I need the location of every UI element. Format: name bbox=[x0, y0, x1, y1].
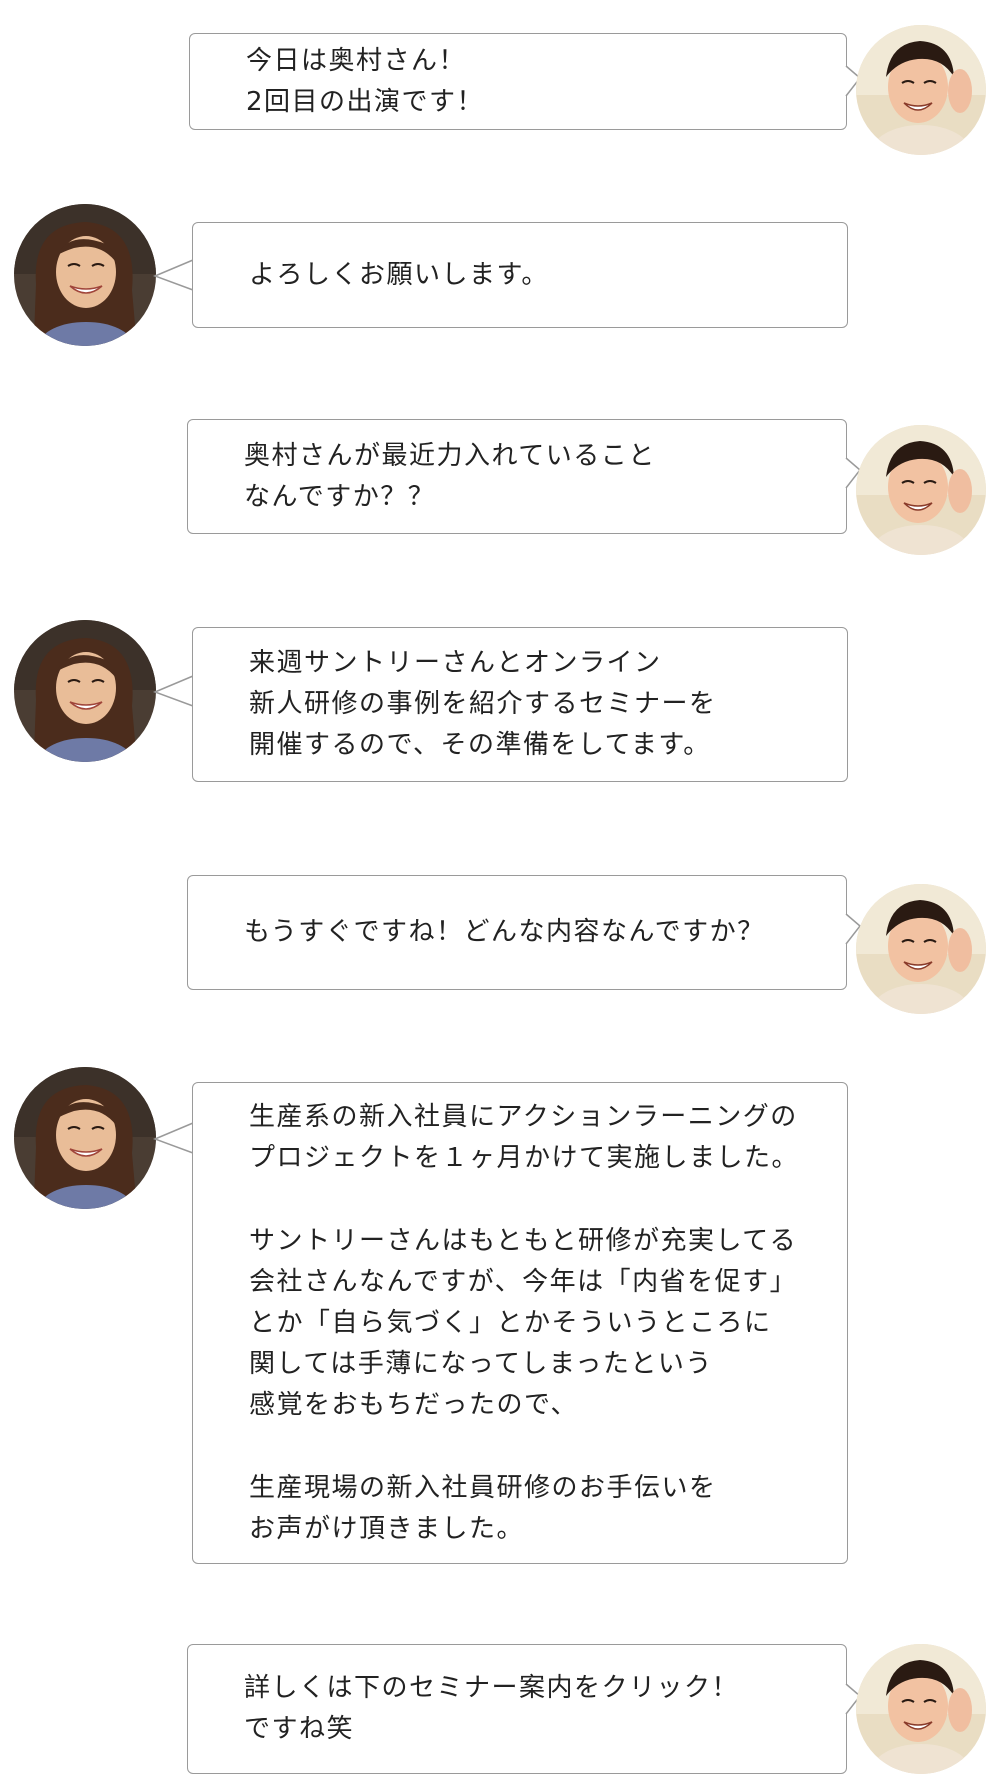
avatar-okumura bbox=[14, 620, 156, 762]
avatar-interviewer bbox=[856, 1644, 986, 1774]
message-text-line: 奥村さんが最近力入れていること bbox=[244, 440, 656, 471]
message-text-line: 関しては手薄になってしまったという bbox=[249, 1348, 713, 1379]
message-bubble-interviewer: 今日は奥村さん！ 2回目の出演です！ bbox=[189, 33, 847, 130]
message-text-line: 来週サントリーさんとオンライン bbox=[249, 648, 662, 678]
bubble-tail bbox=[152, 1122, 194, 1154]
avatar-interviewer bbox=[856, 884, 986, 1014]
message-text-line: 会社さんなんですが、今年は「内省を促す」 bbox=[249, 1266, 798, 1297]
message-text-line: 2回目の出演です！ bbox=[246, 86, 485, 117]
message-bubble-okumura: よろしくお願いします。 bbox=[192, 222, 848, 328]
message-bubble-okumura: 生産系の新入社員にアクションラーニングの プロジェクトを１ヶ月かけて実施しました… bbox=[192, 1082, 848, 1564]
message-bubble-interviewer: 詳しくは下のセミナー案内をクリック！ ですね笑 bbox=[187, 1644, 847, 1774]
message-text-line: 今日は奥村さん！ bbox=[246, 45, 467, 76]
message-text-line: 開催するので、その準備をしてます。 bbox=[249, 730, 711, 760]
message-text-line: プロジェクトを１ヶ月かけて実施しました。 bbox=[249, 1142, 800, 1173]
message-text-line: 新人研修の事例を紹介するセミナーを bbox=[249, 689, 717, 719]
message-bubble-interviewer: 奥村さんが最近力入れていること なんですか？？ bbox=[187, 419, 847, 534]
message-bubble-interviewer: もうすぐですね！どんな内容なんですか？ bbox=[187, 875, 847, 990]
chat-page: { "messages": [ { "speaker": "interviewe… bbox=[0, 0, 1000, 1778]
message-text-line: なんですか？？ bbox=[244, 481, 436, 512]
message-bubble-okumura: 来週サントリーさんとオンライン 新人研修の事例を紹介するセミナーを 開催するので… bbox=[192, 627, 848, 782]
avatar-interviewer bbox=[856, 25, 986, 155]
message-text-line: 生産系の新入社員にアクションラーニングの bbox=[249, 1101, 798, 1132]
avatar-interviewer bbox=[856, 425, 986, 555]
message-text-line: もうすぐですね！どんな内容なんですか？ bbox=[244, 917, 765, 947]
message-text-line: サントリーさんはもともと研修が充実してる bbox=[249, 1225, 798, 1256]
message-text-line: お声がけ頂きました。 bbox=[249, 1513, 525, 1544]
bubble-tail bbox=[152, 675, 194, 707]
message-text-line: ですね笑 bbox=[244, 1714, 355, 1744]
message-text-line: 詳しくは下のセミナー案内をクリック！ bbox=[244, 1673, 740, 1703]
bubble-tail bbox=[152, 259, 194, 291]
avatar-okumura bbox=[14, 1067, 156, 1209]
avatar-okumura bbox=[14, 204, 156, 346]
message-text-line: よろしくお願いします。 bbox=[249, 259, 549, 290]
message-text-line: とか「自ら気づく」とかそういうところに bbox=[249, 1307, 772, 1338]
message-text-line: 感覚をおもちだったので、 bbox=[249, 1389, 578, 1420]
message-text-line: 生産現場の新入社員研修のお手伝いを bbox=[249, 1472, 717, 1503]
